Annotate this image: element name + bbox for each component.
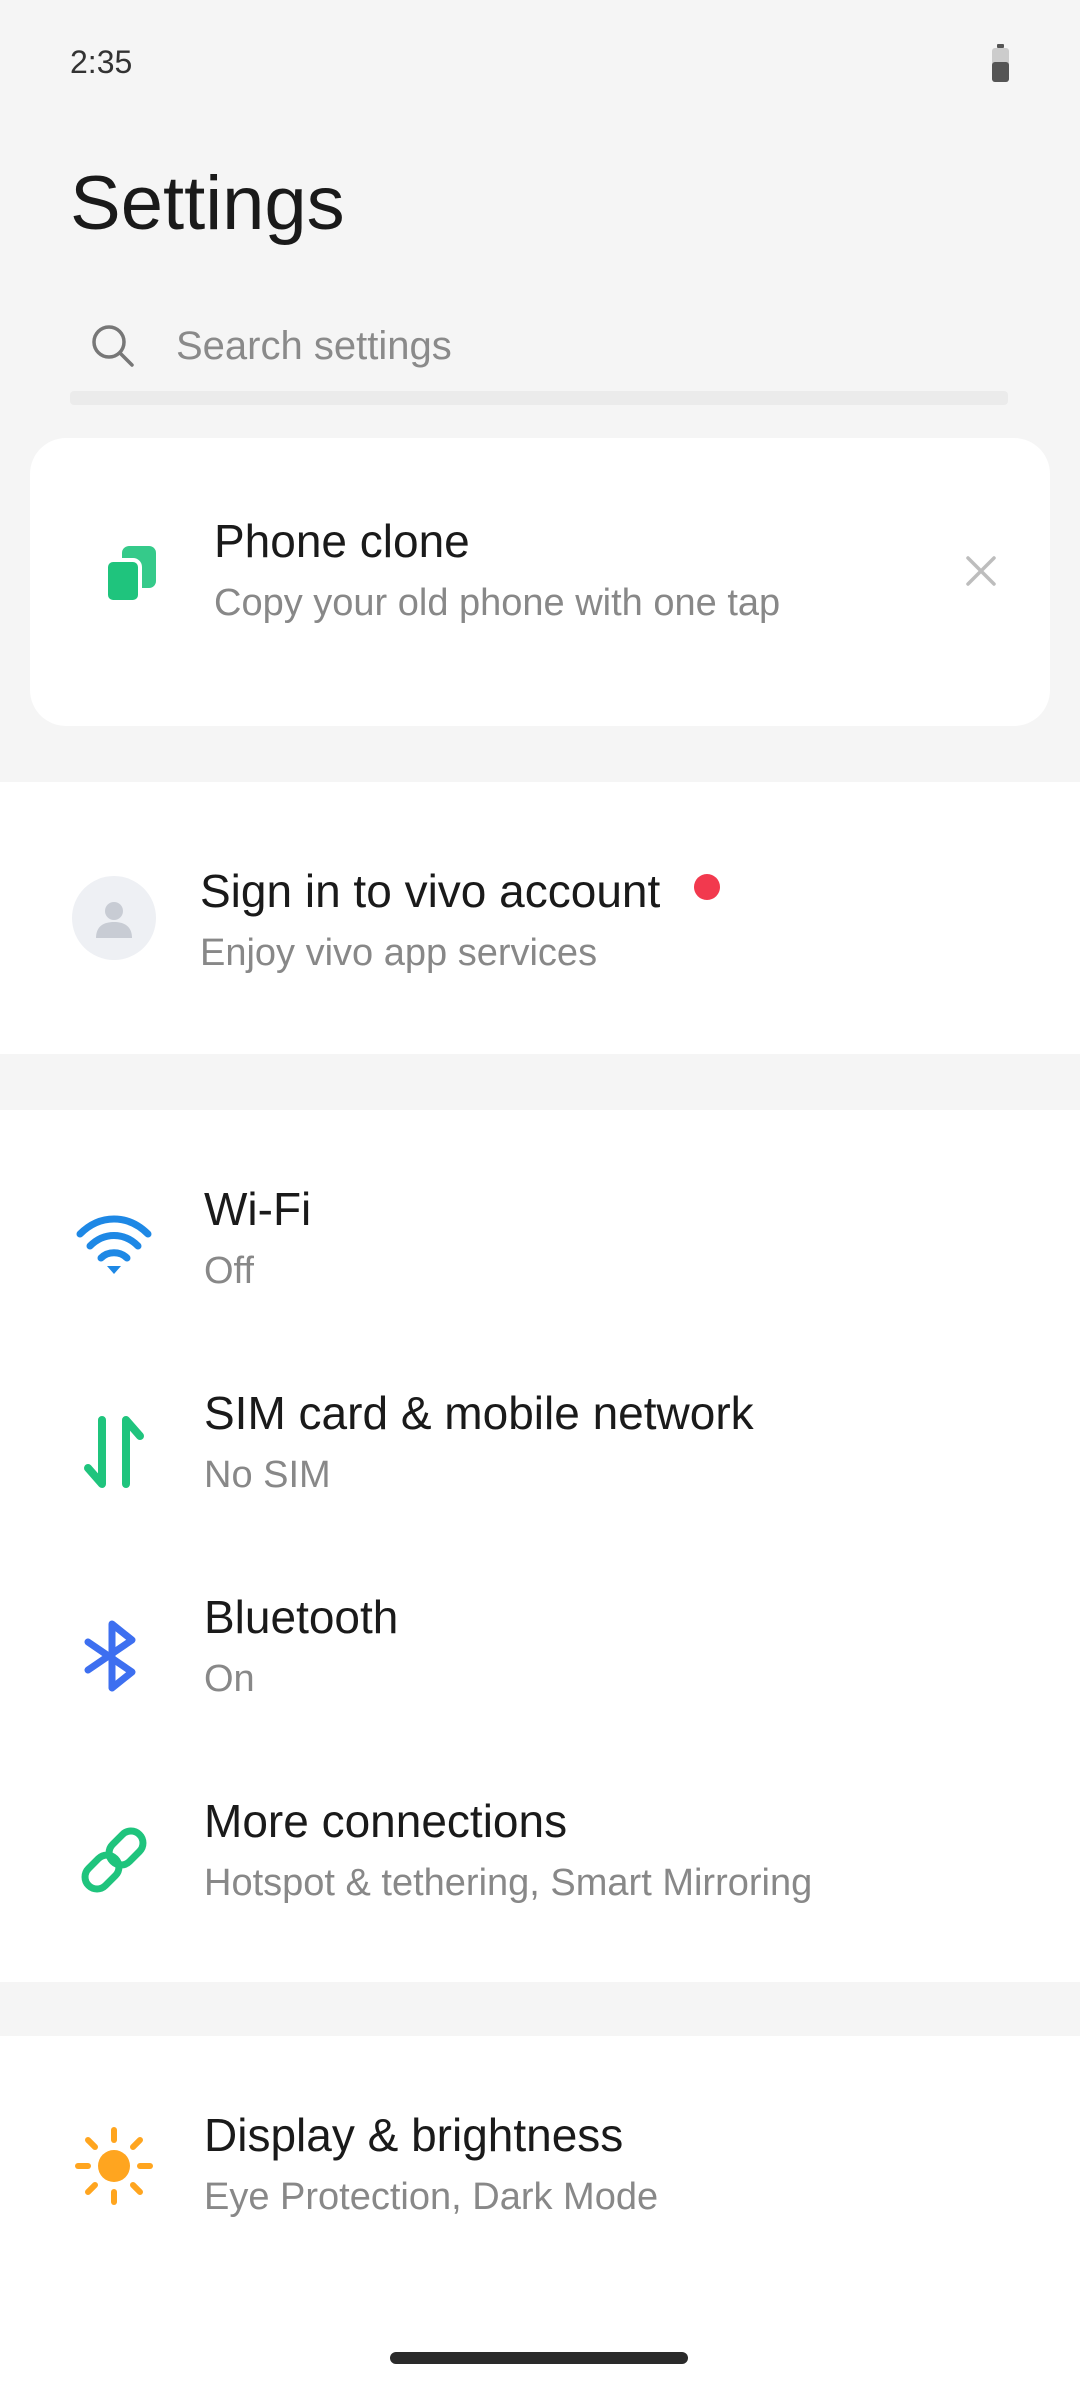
sim-title: SIM card & mobile network xyxy=(204,1387,754,1439)
settings-item-more-connections[interactable]: More connections Hotspot & tethering, Sm… xyxy=(0,1722,1080,1926)
sun-icon xyxy=(75,2127,153,2205)
avatar xyxy=(72,876,156,960)
settings-item-display[interactable]: Display & brightness Eye Protection, Dar… xyxy=(0,2036,1080,2240)
bluetooth-status: On xyxy=(204,1658,255,1700)
settings-item-bluetooth[interactable]: Bluetooth On xyxy=(0,1518,1080,1722)
phone-clone-subtitle: Copy your old phone with one tap xyxy=(214,582,781,624)
settings-item-wifi[interactable]: Wi-Fi Off xyxy=(0,1110,1080,1314)
phone-clone-title: Phone clone xyxy=(214,515,470,567)
phone-clone-icon xyxy=(104,546,156,604)
settings-item-sim[interactable]: SIM card & mobile network No SIM xyxy=(0,1314,1080,1518)
phone-clone-card[interactable]: Phone clone Copy your old phone with one… xyxy=(30,438,1050,726)
search-underline xyxy=(70,391,1008,405)
wifi-icon xyxy=(76,1215,152,1274)
person-icon xyxy=(96,902,132,938)
display-section: Display & brightness Eye Protection, Dar… xyxy=(0,2036,1080,2392)
display-title: Display & brightness xyxy=(204,2109,624,2161)
more-connections-title: More connections xyxy=(204,1795,568,1847)
status-time: 2:35 xyxy=(70,44,133,80)
search-bar[interactable] xyxy=(70,305,1008,405)
mobile-data-icon xyxy=(84,1416,144,1488)
battery-icon xyxy=(992,44,1009,82)
account-subtitle: Enjoy vivo app services xyxy=(200,932,598,974)
bluetooth-icon xyxy=(84,1620,136,1692)
more-connections-subtitle: Hotspot & tethering, Smart Mirroring xyxy=(204,1862,813,1904)
notification-dot xyxy=(694,874,720,900)
connections-section: Wi-Fi Off SIM card & mobile network No S… xyxy=(0,1110,1080,1982)
home-indicator[interactable] xyxy=(390,2352,688,2364)
wifi-status: Off xyxy=(204,1250,254,1292)
display-subtitle: Eye Protection, Dark Mode xyxy=(204,2176,659,2218)
bluetooth-title: Bluetooth xyxy=(204,1591,399,1643)
account-title: Sign in to vivo account xyxy=(200,865,661,917)
search-input[interactable] xyxy=(176,319,976,373)
page-title: Settings xyxy=(70,161,345,246)
wifi-title: Wi-Fi xyxy=(204,1183,312,1235)
vivo-account-row[interactable]: Sign in to vivo account Enjoy vivo app s… xyxy=(0,782,1080,1054)
search-icon xyxy=(92,325,134,367)
link-icon xyxy=(81,1827,147,1893)
close-icon[interactable] xyxy=(960,550,1002,592)
sim-status: No SIM xyxy=(204,1454,331,1496)
status-bar: 2:35 xyxy=(0,0,1080,130)
